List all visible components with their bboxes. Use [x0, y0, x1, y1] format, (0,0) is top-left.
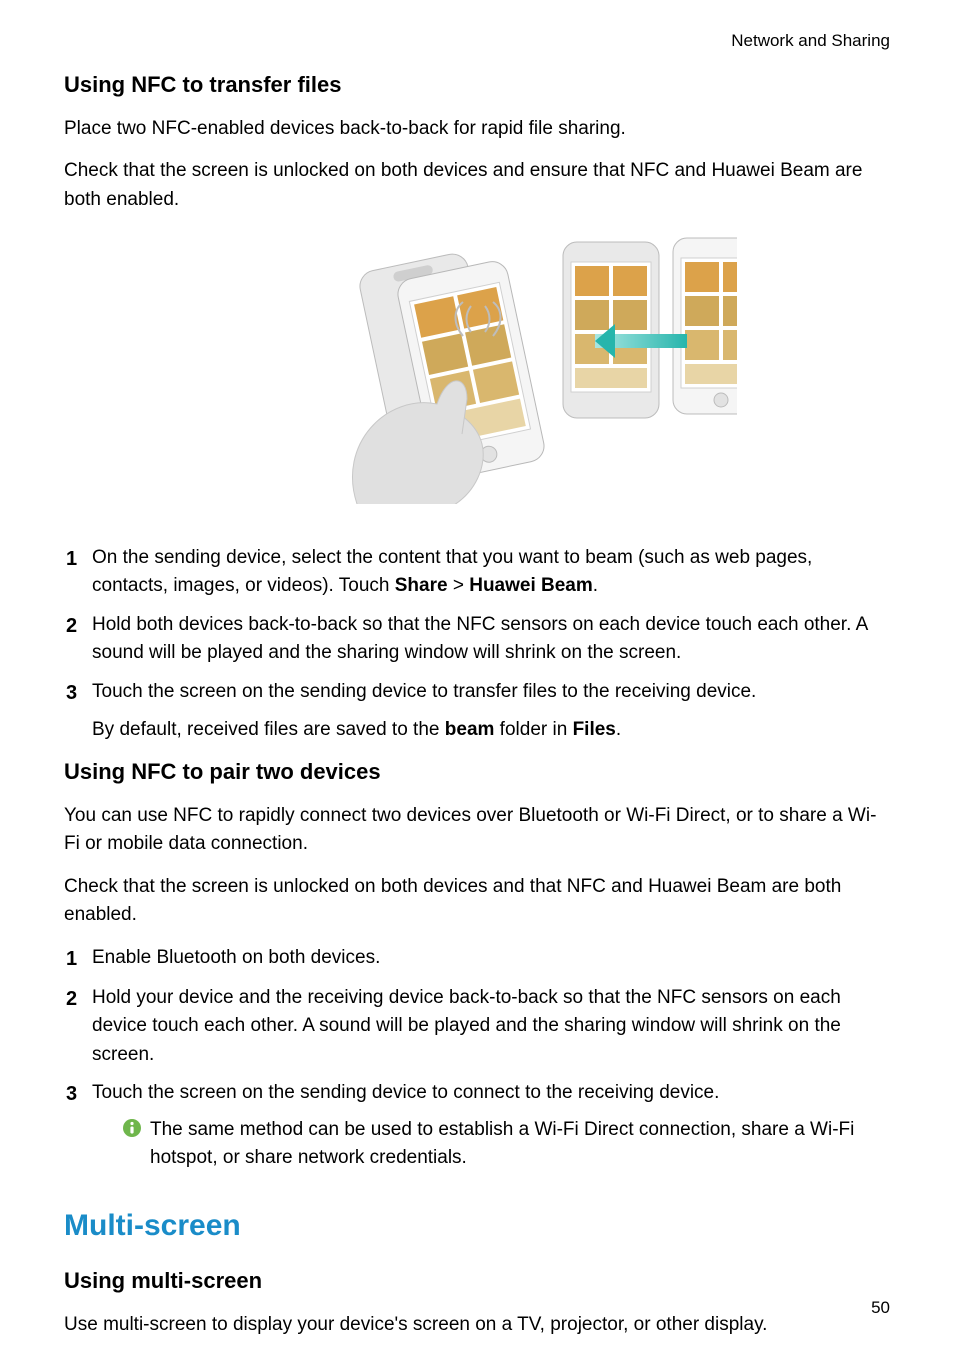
step-number: 2: [64, 984, 92, 1070]
nfc-illustration: [64, 234, 890, 514]
paragraph: Place two NFC-enabled devices back-to-ba…: [64, 115, 890, 144]
heading-multi-screen: Multi-screen: [64, 1203, 890, 1248]
page-number: 50: [871, 1295, 890, 1321]
heading-nfc-pair: Using NFC to pair two devices: [64, 755, 890, 788]
step-text: Touch the screen on the sending device t…: [92, 1079, 890, 1108]
step-item: 3 Touch the screen on the sending device…: [64, 678, 890, 745]
paragraph: Check that the screen is unlocked on bot…: [64, 157, 890, 214]
steps-list-transfer: 1 On the sending device, select the cont…: [64, 544, 890, 745]
step-text: Hold your device and the receiving devic…: [92, 984, 890, 1070]
paragraph: Use multi-screen to display your device'…: [64, 1311, 890, 1340]
heading-nfc-transfer: Using NFC to transfer files: [64, 68, 890, 101]
step-item: 2 Hold your device and the receiving dev…: [64, 984, 890, 1070]
steps-list-pair: 1 Enable Bluetooth on both devices. 2 Ho…: [64, 944, 890, 1173]
step-item: 2 Hold both devices back-to-back so that…: [64, 611, 890, 668]
info-icon: [122, 1118, 144, 1140]
step-text: On the sending device, select the conten…: [92, 544, 890, 601]
info-note: The same method can be used to establish…: [92, 1116, 890, 1173]
step-number: 1: [64, 544, 92, 601]
info-note-text: The same method can be used to establish…: [150, 1116, 890, 1173]
step-text: Enable Bluetooth on both devices.: [92, 944, 890, 973]
step-text: Touch the screen on the sending device t…: [92, 678, 890, 707]
step-number: 3: [64, 1079, 92, 1173]
step-item: 1 On the sending device, select the cont…: [64, 544, 890, 601]
step-item: 1 Enable Bluetooth on both devices.: [64, 944, 890, 974]
step-number: 2: [64, 611, 92, 668]
paragraph: Check that the screen is unlocked on bot…: [64, 873, 890, 930]
step-number: 3: [64, 678, 92, 745]
step-text: Hold both devices back-to-back so that t…: [92, 611, 890, 668]
step-number: 1: [64, 944, 92, 974]
heading-using-multi-screen: Using multi-screen: [64, 1264, 890, 1297]
step-item: 3 Touch the screen on the sending device…: [64, 1079, 890, 1173]
step-text: By default, received files are saved to …: [92, 716, 890, 745]
header-section-label: Network and Sharing: [64, 28, 890, 54]
paragraph: You can use NFC to rapidly connect two d…: [64, 802, 890, 859]
